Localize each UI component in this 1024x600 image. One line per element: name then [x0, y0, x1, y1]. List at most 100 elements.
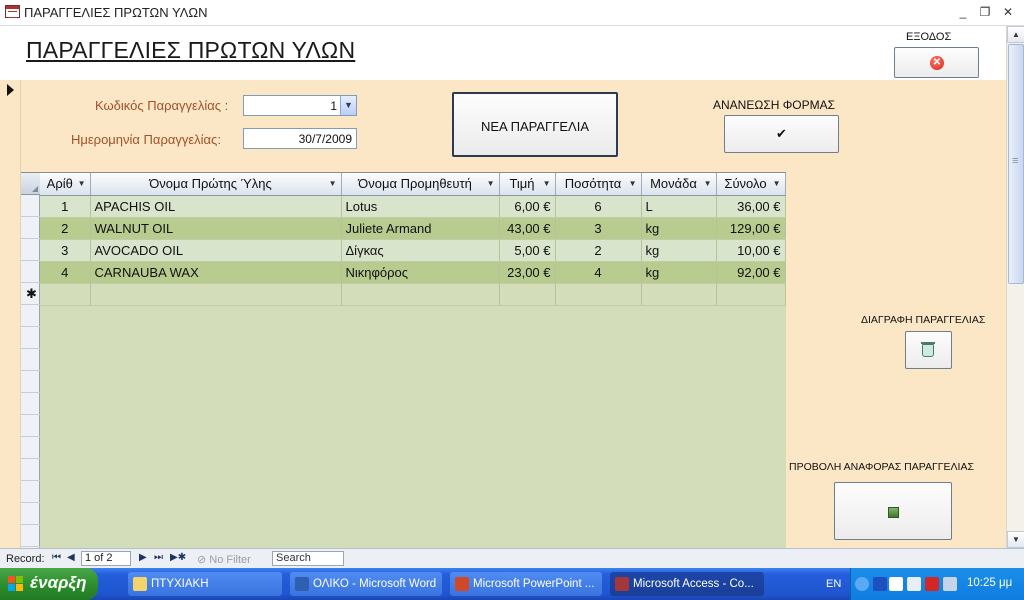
cell-price[interactable]: 43,00 € — [499, 217, 556, 240]
chevron-down-icon[interactable]: ▼ — [78, 179, 86, 188]
report-icon — [888, 507, 899, 518]
search-input[interactable]: Search — [272, 551, 344, 566]
new-row-selector[interactable]: ✱ — [21, 283, 40, 305]
cell-unit[interactable]: kg — [641, 239, 717, 262]
cell-supplier-name[interactable]: Δίγκας — [341, 239, 500, 262]
cell-total[interactable]: 36,00 € — [716, 195, 786, 218]
cell-unit[interactable]: kg — [641, 261, 717, 284]
cell-price[interactable]: 6,00 € — [499, 195, 556, 218]
cell-quantity[interactable]: 6 — [555, 195, 642, 218]
next-record-icon[interactable]: ▶ — [139, 552, 147, 563]
scroll-up-arrow-icon[interactable]: ▲ — [1007, 26, 1024, 43]
row-selector[interactable] — [21, 239, 40, 261]
cell-material-name[interactable]: AVOCADO OIL — [90, 239, 342, 262]
column-header-supplier-name[interactable]: Όνομα Προμηθευτή ▼ — [341, 173, 500, 196]
cell-unit[interactable]: kg — [641, 217, 717, 240]
new-record-icon[interactable]: ▶✱ — [170, 552, 186, 563]
column-header-quantity[interactable]: Ποσότητα ▼ — [555, 173, 642, 196]
chevron-down-icon[interactable]: ▼ — [773, 179, 781, 188]
table-row[interactable]: 4 CARNAUBA WAX Νικηφόρος 23,00 € 4 kg 92… — [40, 261, 786, 284]
minimize-button[interactable]: _ — [954, 4, 972, 20]
cell-total[interactable]: 129,00 € — [716, 217, 786, 240]
select-all-corner[interactable] — [21, 173, 40, 195]
cell-material-name[interactable]: APACHIS OIL — [90, 195, 342, 218]
taskbar-item-access[interactable]: Microsoft Access - Co... — [610, 572, 764, 596]
record-position-field[interactable]: 1 of 2 — [81, 551, 131, 566]
cell-unit[interactable]: L — [641, 195, 717, 218]
close-window-button[interactable]: ✕ — [999, 4, 1017, 20]
row-selector — [21, 437, 40, 459]
cell-number[interactable]: 2 — [40, 217, 91, 240]
row-selector[interactable] — [21, 195, 40, 217]
network-icon[interactable] — [889, 577, 903, 591]
column-header-total[interactable]: Σύνολο ▼ — [716, 173, 786, 196]
order-lines-datasheet[interactable]: ✱ Αρίθ ▼ Όνομα Πρώτης Ύλης ▼ Όνομα Προμη… — [21, 172, 786, 549]
cell-quantity[interactable]: 2 — [555, 239, 642, 262]
start-button[interactable]: έναρξη — [0, 568, 98, 600]
cell-quantity[interactable]: 4 — [555, 261, 642, 284]
cell-material-name[interactable]: WALNUT OIL — [90, 217, 342, 240]
taskbar-item-powerpoint[interactable]: Microsoft PowerPoint ... — [450, 572, 602, 596]
chevron-down-icon[interactable]: ▼ — [543, 179, 551, 188]
table-row[interactable]: 1 APACHIS OIL Lotus 6,00 € 6 L 36,00 € — [40, 195, 786, 218]
cell-number[interactable]: 1 — [40, 195, 91, 218]
restore-button[interactable]: ❐ — [976, 4, 994, 20]
new-cell[interactable] — [40, 283, 91, 306]
bluetooth-icon[interactable] — [873, 577, 887, 591]
new-cell[interactable] — [499, 283, 556, 306]
cell-supplier-name[interactable]: Juliete Armand — [341, 217, 500, 240]
cell-total[interactable]: 92,00 € — [716, 261, 786, 284]
no-filter-indicator[interactable]: ⊘ No Filter — [197, 553, 251, 566]
new-cell[interactable] — [341, 283, 500, 306]
cell-total[interactable]: 10,00 € — [716, 239, 786, 262]
cell-price[interactable]: 23,00 € — [499, 261, 556, 284]
last-record-icon[interactable]: ⏭ — [154, 552, 163, 563]
form-vertical-scrollbar[interactable]: ▲ ▼ — [1006, 26, 1024, 548]
column-header-price[interactable]: Τιμή ▼ — [499, 173, 556, 196]
mail-icon[interactable] — [907, 577, 921, 591]
cell-price[interactable]: 5,00 € — [499, 239, 556, 262]
cell-number[interactable]: 3 — [40, 239, 91, 262]
chevron-down-icon[interactable]: ▼ — [340, 96, 356, 115]
taskbar-item-word[interactable]: ΟΛΙΚΟ - Microsoft Word — [290, 572, 442, 596]
cell-number[interactable]: 4 — [40, 261, 91, 284]
new-order-button[interactable]: ΝΕΑ ΠΑΡΑΓΓΕΛΙΑ — [452, 92, 618, 157]
column-header-number[interactable]: Αρίθ ▼ — [40, 173, 91, 196]
chevron-down-icon[interactable]: ▼ — [329, 179, 337, 188]
column-header-material-name[interactable]: Όνομα Πρώτης Ύλης ▼ — [90, 173, 342, 196]
chevron-down-icon[interactable]: ▼ — [704, 179, 712, 188]
previous-record-icon[interactable]: ◀ — [67, 552, 75, 563]
scroll-down-arrow-icon[interactable]: ▼ — [1007, 531, 1024, 548]
cell-material-name[interactable]: CARNAUBA WAX — [90, 261, 342, 284]
cell-quantity[interactable]: 3 — [555, 217, 642, 240]
order-date-field[interactable]: 30/7/2009 — [243, 128, 357, 149]
datasheet-row-selectors[interactable]: ✱ — [21, 173, 40, 549]
scrollbar-thumb[interactable] — [1008, 44, 1024, 284]
new-cell[interactable] — [716, 283, 786, 306]
antivirus-icon[interactable] — [925, 577, 939, 591]
column-header-unit[interactable]: Μονάδα ▼ — [641, 173, 717, 196]
cell-supplier-name[interactable]: Lotus — [341, 195, 500, 218]
new-cell[interactable] — [90, 283, 342, 306]
exit-button[interactable]: ✕ — [894, 47, 979, 78]
view-report-button[interactable] — [834, 482, 952, 540]
refresh-form-button[interactable]: ✔ — [724, 115, 839, 153]
first-record-icon[interactable]: ⏮ — [52, 552, 61, 563]
new-cell[interactable] — [641, 283, 717, 306]
display-icon[interactable] — [943, 577, 957, 591]
language-indicator[interactable]: EN — [826, 578, 841, 590]
taskbar-item-folder[interactable]: ΠΤΥΧΙΑΚΗ — [128, 572, 282, 596]
row-selector[interactable] — [21, 217, 40, 239]
current-record-pointer[interactable] — [0, 80, 21, 548]
table-row[interactable]: 3 AVOCADO OIL Δίγκας 5,00 € 2 kg 10,00 € — [40, 239, 786, 262]
tray-expand-icon[interactable] — [855, 577, 869, 591]
delete-order-button[interactable] — [905, 331, 952, 369]
cell-supplier-name[interactable]: Νικηφόρος — [341, 261, 500, 284]
chevron-down-icon[interactable]: ▼ — [487, 179, 495, 188]
table-row[interactable]: 2 WALNUT OIL Juliete Armand 43,00 € 3 kg… — [40, 217, 786, 240]
chevron-down-icon[interactable]: ▼ — [629, 179, 637, 188]
new-cell[interactable] — [555, 283, 642, 306]
order-code-combobox[interactable]: 1 ▼ — [243, 95, 357, 116]
row-selector[interactable] — [21, 261, 40, 283]
new-record-row[interactable] — [40, 283, 786, 306]
